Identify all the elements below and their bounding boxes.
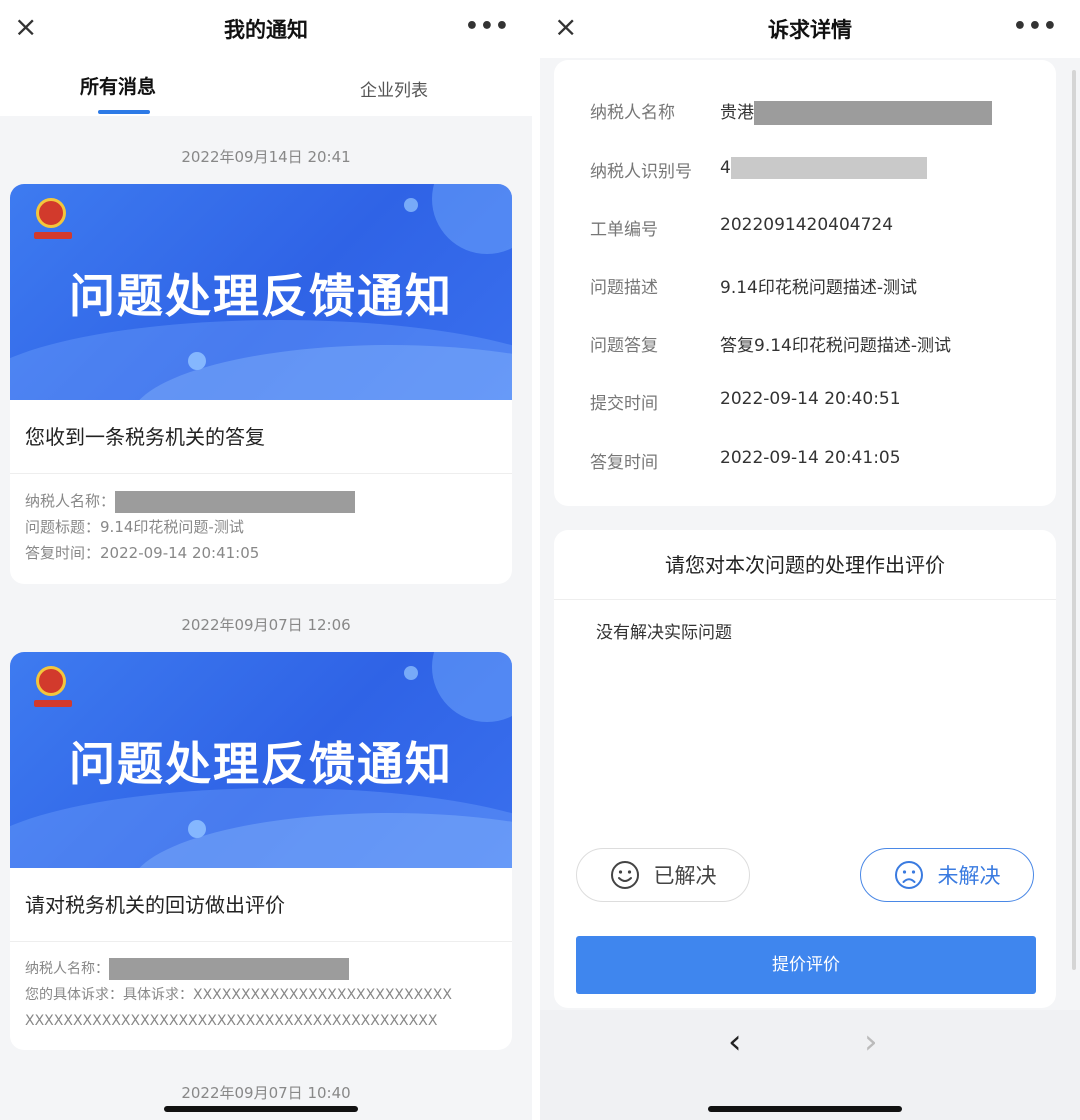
meta-row: XXXXXXXXXXXXXXXXXXXXXXXXXXXXXXXXXXXXXXXX…	[25, 1013, 438, 1029]
unsolved-button[interactable]: 未解决	[860, 848, 1034, 902]
notification-meta: 纳税人名称： 问题标题：9.14印花税问题-测试 答复时间：2022-09-14…	[10, 474, 512, 566]
redacted-value	[109, 958, 349, 980]
meta-row: 纳税人名称：	[25, 488, 497, 514]
notification-banner: 问题处理反馈通知	[10, 184, 512, 400]
redacted-value	[730, 157, 927, 179]
detail-screen: × 诉求详情 ••• 纳税人名称 贵港 纳税人识别号 4 工单编号 202209…	[540, 0, 1080, 1120]
solved-button[interactable]: 已解决	[576, 848, 750, 902]
more-icon[interactable]: •••	[465, 14, 510, 39]
meta-row: 答复时间：2022-09-14 20:41:05	[25, 544, 260, 562]
notification-message: 您收到一条税务机关的答复	[10, 400, 512, 474]
page-title: 诉求详情	[768, 18, 852, 42]
timestamp: 2022年09月07日 12:06	[181, 616, 351, 634]
submit-evaluation-button[interactable]: 提价评价	[576, 936, 1036, 994]
notification-meta: 纳税人名称： 您的具体诉求：具体诉求：XXXXXXXXXXXXXXXXXXXXX…	[10, 942, 512, 1034]
more-icon[interactable]: •••	[1013, 14, 1058, 39]
home-indicator[interactable]	[164, 1106, 358, 1112]
banner-title: 问题处理反馈通知	[69, 737, 453, 791]
forward-arrow-icon[interactable]: ›	[864, 1022, 878, 1062]
timestamp: 2022年09月14日 20:41	[181, 148, 351, 166]
notification-banner: 问题处理反馈通知	[10, 652, 512, 868]
banner-title: 问题处理反馈通知	[69, 269, 453, 323]
meta-row: 纳税人名称：	[25, 956, 497, 982]
meta-row: 您的具体诉求：具体诉求：XXXXXXXXXXXXXXXXXXXXXXXXXXX	[25, 987, 452, 1003]
close-icon[interactable]: ×	[554, 12, 580, 42]
tab-bar: 所有消息 企业列表	[0, 58, 532, 116]
bottom-nav: ‹ ›	[540, 1010, 1080, 1120]
notification-card[interactable]: 问题处理反馈通知 您收到一条税务机关的答复 纳税人名称： 问题标题：9.14印花…	[10, 184, 512, 584]
scrollbar[interactable]	[1072, 70, 1076, 970]
tab-indicator	[98, 110, 150, 114]
tab-all-messages[interactable]: 所有消息	[80, 72, 156, 99]
page-title: 我的通知	[224, 18, 308, 42]
meta-row: 问题标题：9.14印花税问题-测试	[25, 518, 244, 536]
evaluation-title: 请您对本次问题的处理作出评价	[554, 530, 1056, 600]
smile-icon	[610, 861, 639, 889]
notification-screen: × 我的通知 ••• 所有消息 企业列表 2022年09月14日 20:41 问…	[0, 0, 532, 1120]
evaluation-card: 请您对本次问题的处理作出评价 没有解决实际问题 已解决 未解决 提价评价	[554, 530, 1056, 1008]
redacted-value	[754, 101, 992, 125]
sad-face-icon	[894, 861, 923, 889]
close-icon[interactable]: ×	[14, 12, 40, 42]
evaluation-comment[interactable]: 没有解决实际问题	[596, 618, 732, 643]
navbar: × 我的通知 •••	[0, 0, 532, 58]
tab-company-list[interactable]: 企业列表	[360, 76, 428, 101]
redacted-value	[115, 490, 356, 513]
tax-emblem-icon	[34, 198, 72, 242]
home-indicator[interactable]	[708, 1106, 902, 1112]
tax-emblem-icon	[34, 666, 72, 710]
navbar: × 诉求详情 •••	[540, 0, 1080, 58]
notification-card[interactable]: 问题处理反馈通知 请对税务机关的回访做出评价 纳税人名称： 您的具体诉求：具体诉…	[10, 652, 512, 1050]
detail-card: 纳税人名称 贵港 纳税人识别号 4 工单编号 2022091420404724 …	[554, 60, 1056, 506]
back-arrow-icon[interactable]: ‹	[728, 1022, 742, 1062]
notification-message: 请对税务机关的回访做出评价	[10, 868, 512, 942]
timestamp: 2022年09月07日 10:40	[181, 1084, 351, 1102]
